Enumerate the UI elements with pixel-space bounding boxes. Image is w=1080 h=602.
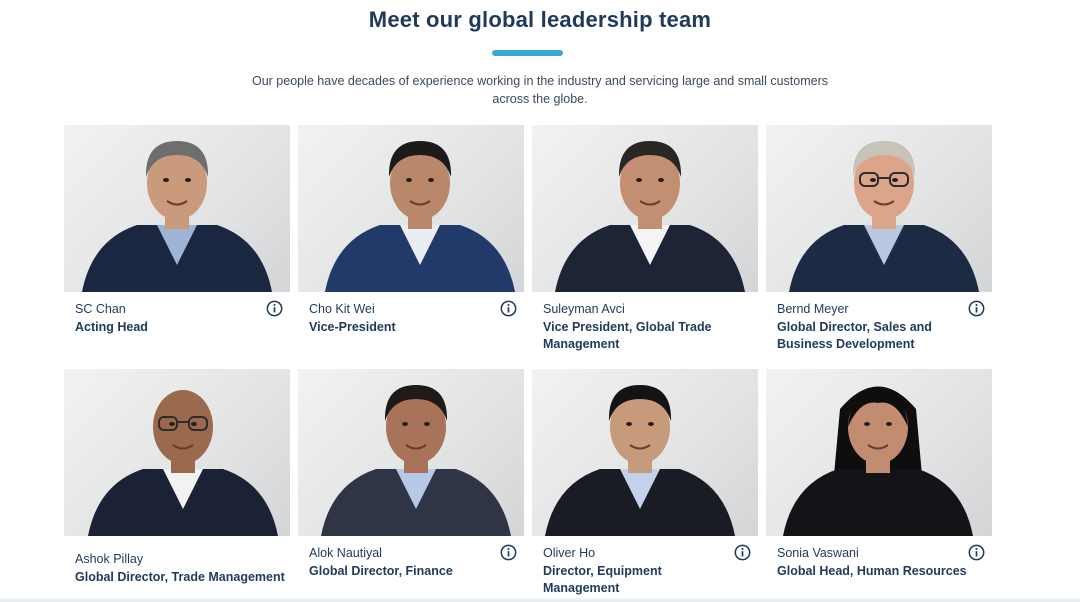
portrait-figure (82, 141, 272, 292)
page-bottom-edge (0, 598, 1080, 602)
portrait-photo (298, 369, 524, 536)
member-role: Director, Equipment Management (543, 563, 662, 596)
info-circle-icon[interactable] (968, 300, 985, 317)
info-circle-icon[interactable] (968, 544, 985, 561)
team-card-alok-nautiyal[interactable]: Alok Nautiyal Global Director, Finance (298, 369, 524, 580)
member-name: Oliver Ho (543, 546, 596, 560)
portrait-figure (783, 386, 973, 536)
portrait-figure (88, 390, 278, 536)
member-name: Suleyman Avci (543, 302, 625, 316)
team-card-cho-kit-wei[interactable]: Cho Kit Wei Vice-President (298, 125, 524, 336)
portrait-photo (298, 125, 524, 292)
member-role: Vice President, Global Trade Management (543, 319, 712, 352)
portrait-photo (532, 369, 758, 536)
member-name: Ashok Pillay (75, 552, 144, 566)
team-card-oliver-ho[interactable]: Oliver Ho Director, Equipment Management (532, 369, 758, 598)
member-name: Alok Nautiyal (309, 546, 382, 560)
page-title: Meet our global leadership team (368, 7, 712, 32)
portrait-figure (789, 141, 979, 292)
team-card-suleyman-avci[interactable]: Suleyman Avci Vice President, Global Tra… (532, 125, 758, 354)
member-name: Bernd Meyer (777, 302, 849, 316)
title-underline (492, 50, 563, 56)
portrait-figure (325, 141, 515, 292)
page-subtitle: Our people have decades of experience wo… (251, 74, 828, 106)
team-card-bernd-meyer[interactable]: Bernd Meyer Global Director, Sales and B… (766, 125, 992, 354)
team-card-sonia-vaswani[interactable]: Sonia Vaswani Global Head, Human Resourc… (766, 369, 992, 580)
portrait-photo (532, 125, 758, 292)
member-name: Sonia Vaswani (777, 546, 859, 560)
member-name: Cho Kit Wei (309, 302, 375, 316)
info-circle-icon[interactable] (266, 300, 283, 317)
info-circle-icon[interactable] (500, 300, 517, 317)
member-role: Global Director, Finance (309, 563, 453, 578)
team-card-ashok-pillay[interactable]: Ashok Pillay Global Director, Trade Mana… (64, 369, 290, 586)
member-name: SC Chan (75, 302, 126, 316)
member-role: Global Director, Trade Management (75, 569, 285, 584)
portrait-figure (555, 141, 745, 292)
info-circle-icon[interactable] (734, 544, 751, 561)
member-role: Vice-President (309, 319, 396, 334)
portrait-photo (64, 125, 290, 292)
member-role: Global Director, Sales and Business Deve… (777, 319, 932, 352)
portrait-figure (321, 385, 511, 536)
portrait-photo (766, 369, 992, 536)
member-role: Global Head, Human Resources (777, 563, 967, 578)
portrait-figure (545, 385, 735, 536)
info-circle-icon[interactable] (500, 544, 517, 561)
portrait-photo (64, 369, 290, 536)
team-card-sc-chan[interactable]: SC Chan Acting Head (64, 125, 290, 336)
member-role: Acting Head (75, 319, 148, 334)
portrait-photo (766, 125, 992, 292)
